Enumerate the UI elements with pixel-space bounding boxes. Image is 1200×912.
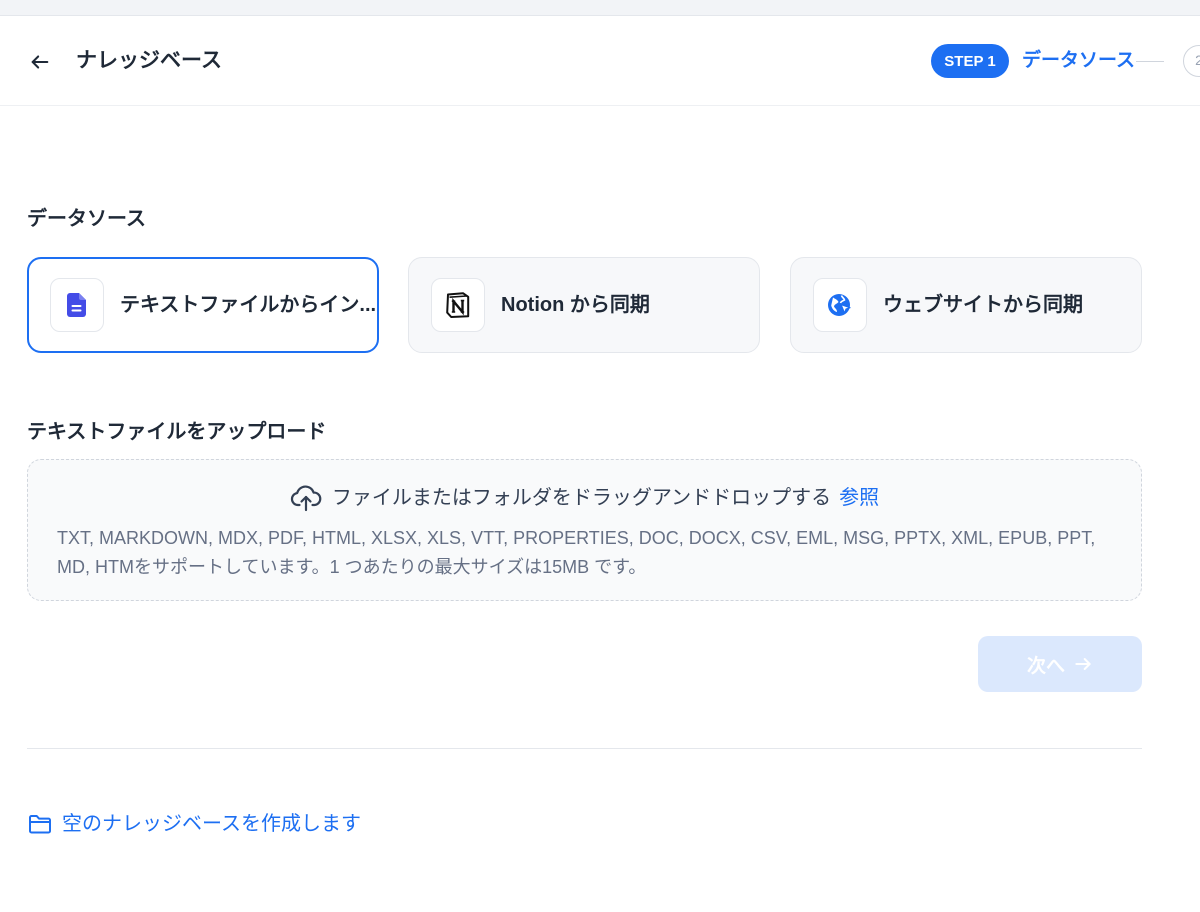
- step-2-indicator: 2: [1183, 45, 1200, 77]
- dropzone-prompt: ファイルまたはフォルダをドラッグアンドドロップする 参照: [28, 484, 1141, 512]
- card-icon-box: [50, 278, 104, 332]
- browse-link[interactable]: 参照: [839, 484, 879, 512]
- datasource-option-text-file[interactable]: テキストファイルからイン...: [27, 257, 379, 353]
- page-header: ナレッジベース STEP 1 データソース 2: [0, 16, 1200, 106]
- page-title: ナレッジベース: [76, 49, 222, 72]
- step-1-badge: STEP 1: [931, 44, 1009, 78]
- step-connector: [1136, 61, 1164, 62]
- datasource-option-label: ウェブサイトから同期: [883, 294, 1083, 316]
- datasource-option-label: Notion から同期: [501, 294, 650, 316]
- folder-icon: [29, 815, 51, 834]
- file-text-icon: [67, 293, 86, 317]
- card-icon-box: [813, 278, 867, 332]
- datasource-option-notion[interactable]: Notion から同期: [408, 257, 760, 353]
- create-empty-knowledge-base-label: 空のナレッジベースを作成します: [62, 813, 361, 835]
- next-button-label: 次へ: [1026, 655, 1065, 677]
- notion-logo-icon: [446, 292, 470, 318]
- arrow-right-icon: [1075, 658, 1091, 670]
- datasource-option-website[interactable]: ウェブサイトから同期: [790, 257, 1142, 353]
- step-1-label: データソース: [1022, 50, 1136, 71]
- dropzone-text: ファイルまたはフォルダをドラッグアンドドロップする: [331, 487, 832, 509]
- cloud-upload-icon: [290, 485, 322, 512]
- datasource-section-title: データソース: [27, 208, 146, 230]
- file-dropzone[interactable]: ファイルまたはフォルダをドラッグアンドドロップする 参照 TXT, MARKDO…: [27, 459, 1142, 601]
- globe-icon: [828, 294, 851, 316]
- datasource-option-label: テキストファイルからイン...: [120, 294, 377, 316]
- back-button[interactable]: [26, 48, 54, 76]
- section-divider: [27, 748, 1142, 749]
- card-icon-box: [431, 278, 485, 332]
- supported-formats-hint: TXT, MARKDOWN, MDX, PDF, HTML, XLSX, XLS…: [57, 528, 1096, 577]
- arrow-left-icon: [31, 55, 49, 69]
- create-empty-knowledge-base-link[interactable]: 空のナレッジベースを作成します: [28, 810, 361, 838]
- upload-section-title: テキストファイルをアップロード: [27, 421, 327, 443]
- next-button[interactable]: 次へ: [978, 636, 1142, 692]
- browser-top-strip: [0, 0, 1200, 16]
